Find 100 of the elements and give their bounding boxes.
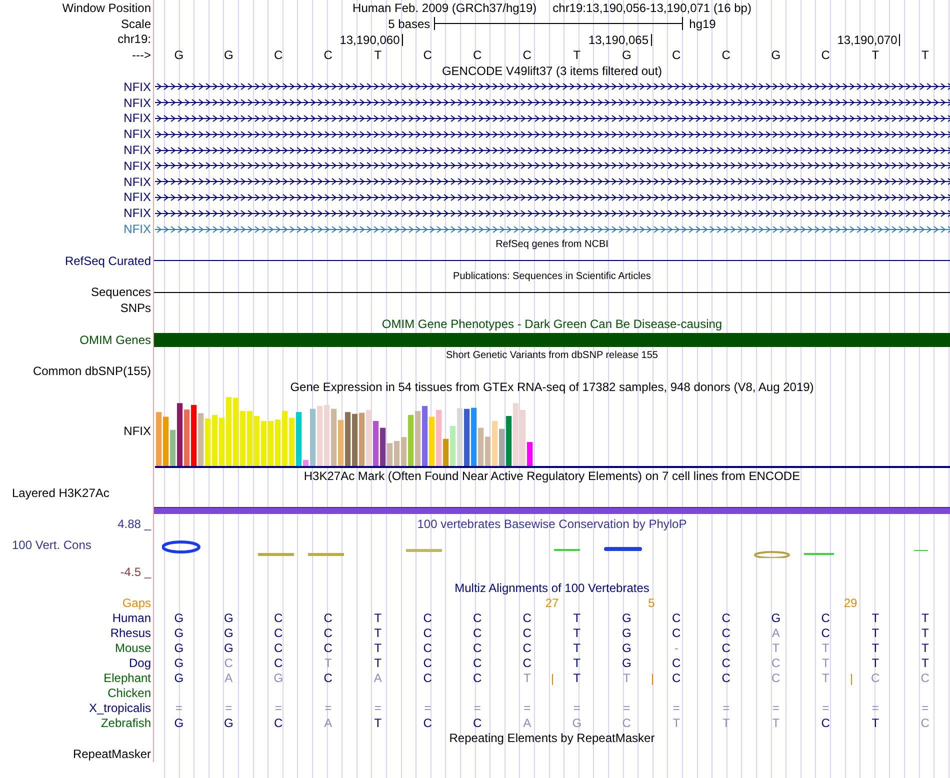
ruler-tick	[899, 34, 900, 46]
base-letter: C	[522, 48, 532, 62]
aligned-base: =	[872, 701, 879, 716]
species-label[interactable]: Human	[112, 611, 151, 626]
aligned-base: =	[623, 701, 630, 716]
gap-count: 27	[545, 596, 559, 610]
track-title: Gene Expression in 54 tissues from GTEx RNA-seq of 17382 samples, 948 donors (V8, Aug 2019)	[290, 380, 814, 394]
track-title: OMIM Gene Phenotypes - Dark Green Can Be Disease-causing	[382, 316, 722, 331]
track-title: RefSeq genes from NCBI	[496, 239, 608, 250]
species-label[interactable]: Zebrafish	[100, 716, 151, 730]
aligned-base: C	[672, 626, 681, 640]
aligned-base: C	[324, 626, 332, 640]
species-label[interactable]: Elephant	[104, 671, 151, 686]
aligned-base: C	[821, 716, 830, 730]
aligned-base: =	[573, 701, 580, 716]
aligned-base: C	[473, 671, 482, 686]
aligned-base: G	[622, 656, 632, 670]
aligned-base: G	[174, 671, 184, 686]
aligned-base: T	[573, 656, 581, 670]
track-label[interactable]: OMIM Genes	[80, 332, 151, 347]
gene-label[interactable]: NFIX	[124, 127, 151, 142]
aligned-base: A	[324, 716, 332, 730]
aligned-base: T	[872, 611, 880, 626]
track-title: Repeating Elements by RepeatMasker	[449, 731, 655, 746]
aligned-base: T	[573, 671, 581, 686]
gap-count: 5	[648, 596, 655, 610]
base-letter: G	[622, 48, 632, 62]
aligned-base: C	[473, 716, 482, 730]
aligned-base: C	[522, 641, 532, 656]
base-letter: C	[473, 48, 482, 62]
aligned-base: C	[920, 716, 930, 730]
scale-assembly: hg19	[689, 16, 716, 31]
aligned-base: G	[622, 611, 632, 626]
species-label[interactable]: Dog	[128, 656, 151, 670]
species-label[interactable]: Chicken	[108, 686, 151, 700]
aligned-base: G	[622, 641, 632, 656]
aligned-base: C	[722, 626, 730, 640]
track-label[interactable]: NFIX	[124, 424, 151, 438]
species-label[interactable]: X_tropicalis	[88, 701, 151, 716]
track-label[interactable]: SNPs	[120, 301, 151, 316]
gene-label[interactable]: NFIX	[124, 80, 151, 94]
base-letter: G	[174, 48, 184, 62]
gene-label[interactable]: NFIX	[124, 143, 151, 158]
track-label[interactable]: 100 Vert. Cons	[0, 538, 151, 552]
aligned-base: A	[772, 626, 780, 640]
base-letter: G	[771, 48, 781, 62]
aligned-base: =	[822, 701, 830, 716]
aligned-base: =	[672, 701, 680, 716]
scale-text: 5 bases	[388, 16, 430, 31]
row-label: chr19:	[118, 32, 151, 46]
aligned-base: C	[274, 611, 283, 626]
aligned-base: C	[274, 716, 283, 730]
ruler-coordinate: 13,190,065	[588, 33, 650, 48]
gene-label[interactable]: NFIX	[124, 190, 151, 204]
aligned-base: T	[523, 671, 531, 686]
strand-label: --->	[132, 48, 151, 62]
aligned-base: T	[872, 656, 880, 670]
aligned-base: C	[622, 716, 631, 730]
species-label[interactable]: Rhesus	[110, 626, 151, 640]
aligned-base: =	[274, 701, 282, 716]
aligned-base: T	[672, 716, 680, 730]
row-label: Window Position	[62, 0, 151, 15]
track-label[interactable]: RefSeq Curated	[64, 254, 151, 268]
track-label[interactable]: RepeatMasker	[72, 747, 151, 762]
aligned-base: C	[473, 656, 482, 670]
aligned-base: C	[423, 611, 432, 626]
aligned-base: C	[772, 656, 780, 670]
aligned-base: C	[522, 611, 532, 626]
aligned-base: C	[274, 656, 283, 670]
aligned-base: T	[872, 641, 880, 656]
aligned-base: T	[822, 656, 830, 670]
gene-label[interactable]: NFIX	[124, 96, 151, 110]
aligned-base: G	[174, 626, 184, 640]
aligned-base: =	[175, 701, 182, 716]
aligned-base: G	[622, 626, 632, 640]
aligned-base: T	[921, 626, 929, 640]
aligned-base: C	[722, 641, 730, 656]
base-letter: C	[274, 48, 283, 62]
ruler-coordinate: 13,190,060	[340, 33, 401, 48]
aligned-base: T	[374, 716, 382, 730]
base-letter: C	[821, 48, 830, 62]
gene-label[interactable]: NFIX	[124, 111, 151, 126]
gene-label[interactable]: NFIX	[124, 206, 151, 220]
gene-label[interactable]: NFIX	[124, 174, 151, 189]
aligned-base: C	[423, 641, 432, 656]
aligned-base: G	[174, 641, 184, 656]
track-label[interactable]: Layered H3K27Ac	[0, 486, 110, 500]
base-letter: T	[573, 48, 581, 62]
gene-label[interactable]: NFIX	[124, 222, 151, 236]
track-label[interactable]: Sequences	[90, 285, 151, 300]
axis-max-label: 4.88 _	[118, 516, 151, 531]
aligned-base: G	[274, 671, 284, 686]
aligned-base: -	[674, 641, 678, 656]
base-letter: T	[872, 48, 880, 62]
aligned-base: T	[921, 641, 929, 656]
base-letter: T	[921, 48, 929, 62]
species-label[interactable]: Mouse	[114, 641, 151, 656]
track-label[interactable]: Common dbSNP(155)	[32, 364, 151, 378]
track-title: GENCODE V49lift37 (3 items filtered out)	[442, 64, 662, 78]
gene-label[interactable]: NFIX	[124, 158, 151, 173]
